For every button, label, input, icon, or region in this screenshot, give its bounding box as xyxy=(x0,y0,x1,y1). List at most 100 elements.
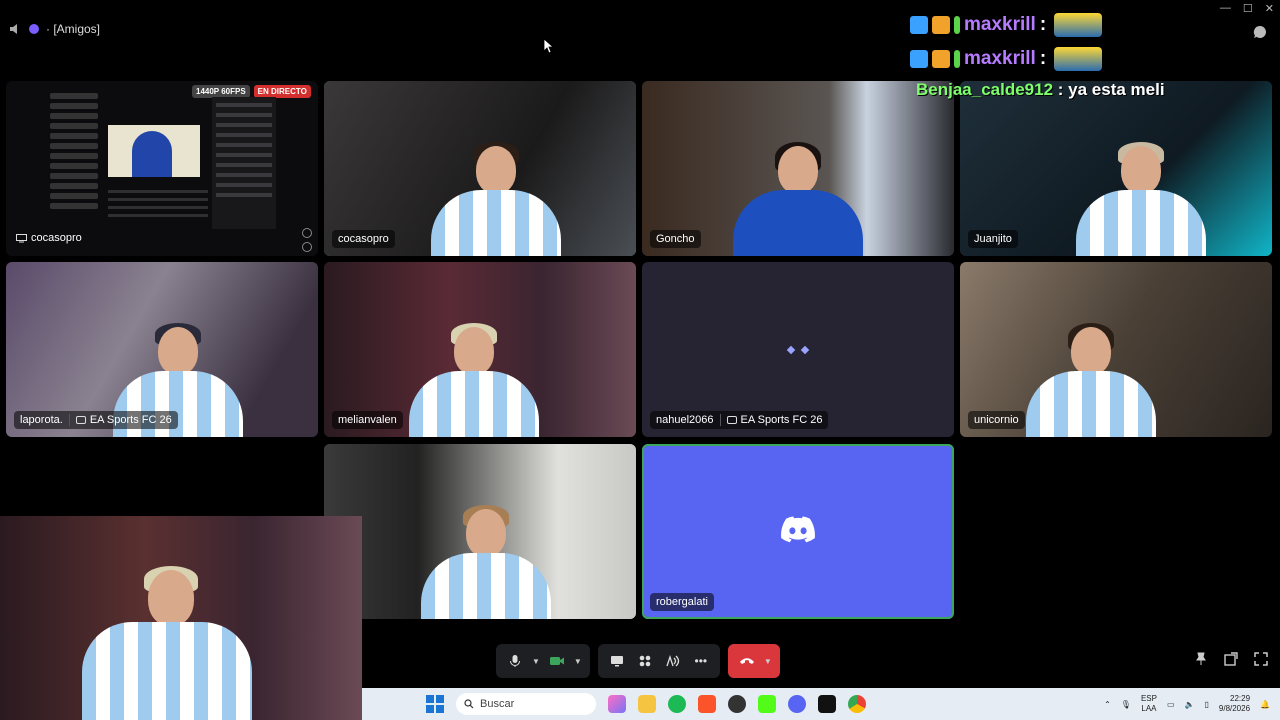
participant-tile-robergalati[interactable]: robergalati xyxy=(642,444,954,619)
close-icon[interactable]: ✕ xyxy=(1265,2,1274,15)
disconnect-button[interactable]: ▼ xyxy=(727,644,780,678)
badge-icon xyxy=(910,50,928,68)
chevron-down-icon[interactable]: ▼ xyxy=(532,657,540,666)
kick-icon[interactable] xyxy=(758,695,776,713)
screenshare-icon[interactable] xyxy=(606,650,628,672)
participant-tile-unnamed[interactable] xyxy=(324,444,636,619)
search-placeholder: Buscar xyxy=(480,698,515,710)
participant-name: cocasopro xyxy=(338,233,389,245)
chat-text: : ya esta meli xyxy=(1053,80,1165,99)
taskbar-search[interactable]: Buscar xyxy=(456,693,596,715)
language-indicator[interactable]: ESP LAA xyxy=(1141,694,1157,714)
participant-name-tag: laporota. EA Sports FC 26 xyxy=(14,411,178,429)
participant-name-tag: melianvalen xyxy=(332,411,403,429)
fullscreen-icon[interactable] xyxy=(1254,652,1270,668)
discord-icon[interactable] xyxy=(788,695,806,713)
activities-icon[interactable] xyxy=(634,650,656,672)
screen-icon xyxy=(16,233,27,242)
chat-icon[interactable] xyxy=(1252,24,1268,40)
chat-username: maxkrill xyxy=(964,48,1036,69)
chat-username: Benjaa_calde912 xyxy=(916,80,1054,99)
taskbar-apps xyxy=(608,695,866,713)
volume-icon[interactable]: 🔈 xyxy=(1185,700,1195,709)
participant-name-tag: cocasopro xyxy=(332,230,395,248)
stream-controls xyxy=(302,228,312,252)
participant-tile-nahuel2066[interactable]: nahuel2066 EA Sports FC 26 xyxy=(642,262,954,437)
clock[interactable]: 22:29 9/8/2026 xyxy=(1219,694,1250,714)
minimize-icon[interactable]: — xyxy=(1220,2,1231,15)
participant-name: robergalati xyxy=(656,596,708,608)
app-icon[interactable] xyxy=(818,695,836,713)
participant-tile-goncho[interactable]: Goncho xyxy=(642,81,954,256)
pin-icon[interactable] xyxy=(1194,652,1210,668)
participant-name: melianvalen xyxy=(338,414,397,426)
chevron-down-icon[interactable]: ▼ xyxy=(574,657,582,666)
participant-name: laporota. xyxy=(20,414,63,426)
hangup-icon[interactable] xyxy=(736,650,758,672)
cursor-icon xyxy=(543,38,555,54)
window-controls: — ☐ ✕ xyxy=(1220,2,1274,15)
participant-name: unicornio xyxy=(974,414,1019,426)
windows-start-icon[interactable] xyxy=(426,695,444,713)
brave-icon[interactable] xyxy=(698,695,716,713)
chat-username: maxkrill xyxy=(964,14,1036,35)
participant-tile-laporota[interactable]: laporota. EA Sports FC 26 xyxy=(6,262,318,437)
participant-tile-juanjito[interactable]: Juanjito xyxy=(960,81,1272,256)
badge-icon xyxy=(932,50,950,68)
chat-message: Benjaa_calde912 : ya esta meli xyxy=(916,80,1165,100)
badge-icon xyxy=(954,16,960,34)
notification-icon[interactable]: 🔔 xyxy=(1260,700,1270,709)
microphone-icon[interactable] xyxy=(504,650,526,672)
call-controls: ▼ ▼ ••• ▼ xyxy=(496,644,780,678)
participant-tile-cocasopro[interactable]: cocasopro xyxy=(324,81,636,256)
extra-controls: ••• xyxy=(597,644,720,678)
call-header: · [Amigos] xyxy=(8,22,100,36)
server-icon xyxy=(29,24,39,34)
chevron-up-icon[interactable]: ⌃ xyxy=(1104,700,1111,709)
popout-icon[interactable] xyxy=(1224,652,1240,668)
view-controls xyxy=(1194,652,1270,668)
volume-icon[interactable] xyxy=(302,242,312,252)
badge-icon xyxy=(954,50,960,68)
stream-owner: cocasopro xyxy=(31,232,82,244)
participant-tile-unicornio[interactable]: unicornio xyxy=(960,262,1272,437)
facecam-overlay xyxy=(0,516,362,720)
participant-tile-melianvalen[interactable]: melianvalen xyxy=(324,262,636,437)
stream-chat-column xyxy=(212,97,276,229)
app-icon[interactable] xyxy=(728,695,746,713)
camera-icon[interactable] xyxy=(546,650,568,672)
channel-name[interactable]: · [Amigos] xyxy=(46,22,100,36)
file-explorer-icon[interactable] xyxy=(638,695,656,713)
participant-name: Goncho xyxy=(656,233,695,245)
chat-separator: : xyxy=(1039,14,1047,35)
chrome-icon[interactable] xyxy=(848,695,866,713)
emote-icon xyxy=(1054,47,1103,71)
battery-icon[interactable]: ▯ xyxy=(1204,700,1208,709)
chat-message: maxkrill : xyxy=(910,8,1210,42)
av-controls: ▼ ▼ xyxy=(496,644,590,678)
microphone-icon[interactable]: 🎙 xyxy=(1121,700,1131,709)
maximize-icon[interactable]: ☐ xyxy=(1243,2,1253,15)
badge-icon xyxy=(932,16,950,34)
popout-icon[interactable] xyxy=(302,228,312,238)
game-icon xyxy=(75,416,86,424)
activity-status: EA Sports FC 26 xyxy=(68,414,172,426)
chat-message: maxkrill : xyxy=(910,42,1210,76)
participant-name-tag: Goncho xyxy=(650,230,701,248)
chevron-down-icon[interactable]: ▼ xyxy=(764,657,772,666)
screenshare-tile[interactable]: 1440P 60FPS EN DIRECTO cocasopro xyxy=(6,81,318,256)
game-icon xyxy=(726,416,737,424)
stream-sidebar xyxy=(50,89,98,229)
participant-name-tag: unicornio xyxy=(968,411,1025,429)
emote-icon xyxy=(1054,13,1103,37)
windows-taskbar: Buscar ⌃ 🎙 ESP LAA ▭ 🔈 ▯ 22:29 9/8/2026 … xyxy=(362,688,1280,720)
copilot-icon[interactable] xyxy=(608,695,626,713)
participant-name-tag: nahuel2066 EA Sports FC 26 xyxy=(650,411,829,429)
stream-text-lines xyxy=(108,185,208,222)
more-options-icon[interactable]: ••• xyxy=(690,650,712,672)
network-icon[interactable]: ▭ xyxy=(1167,700,1175,709)
chat-separator: : xyxy=(1039,48,1047,69)
spotify-icon[interactable] xyxy=(668,695,686,713)
soundboard-icon[interactable] xyxy=(662,650,684,672)
loading-indicator xyxy=(786,345,810,354)
